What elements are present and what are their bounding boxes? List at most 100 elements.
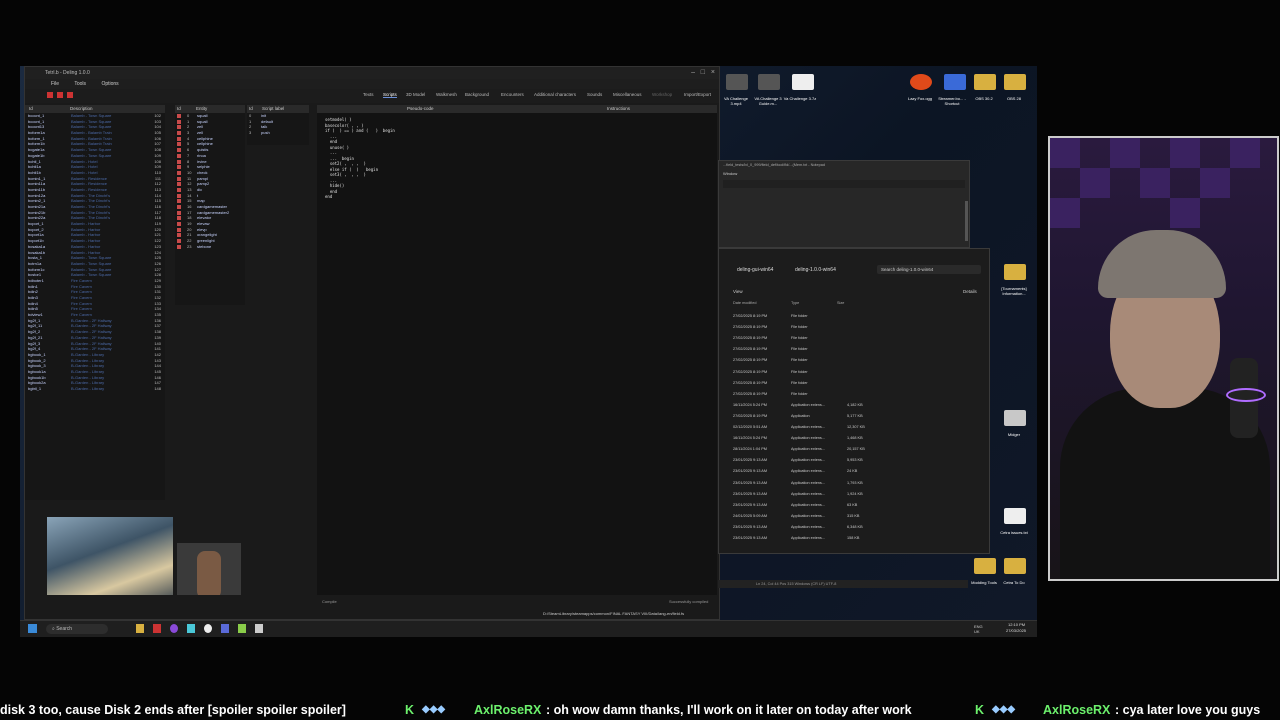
folder-icon[interactable] <box>974 74 996 90</box>
breadcrumb-item[interactable]: deling-gui-win64 <box>737 267 773 273</box>
file-row[interactable]: 02/12/2020 5:51 AM Application extens... 1… <box>733 422 973 433</box>
fox-icon[interactable] <box>910 74 932 90</box>
video-file-icon[interactable] <box>726 74 748 90</box>
obs-icon[interactable] <box>204 624 212 633</box>
file-icon[interactable] <box>758 74 780 90</box>
desktop-icon-label: Midger <box>1007 432 1021 437</box>
file-date: 23/01/2025 9:13 AM <box>733 502 767 507</box>
tab-import-export[interactable]: Import/Export <box>684 92 711 97</box>
gear-icon[interactable] <box>255 624 263 633</box>
address-bar[interactable]: deling-gui-win64 deling-1.0.0-win64 Sear… <box>719 265 989 275</box>
file-size: 315 KB <box>847 513 860 518</box>
taskbar: ⌕ Search ENG UK 12:10 PM 27/03/2025 <box>20 620 1037 637</box>
entity-row[interactable]: 23 stebone <box>175 244 245 250</box>
clock-time[interactable]: 12:10 PM <box>1008 622 1025 627</box>
file-row[interactable]: 23/01/2025 9:13 AM Application extens... 1… <box>733 478 973 489</box>
file-row[interactable]: 16/11/2024 5:24 PM Application extens... 1… <box>733 433 973 444</box>
entity-icon <box>177 114 181 118</box>
file-row[interactable]: 27/02/2025 8:19 PM File folder <box>733 367 973 378</box>
menu-options[interactable]: Options <box>101 81 118 87</box>
clock-date[interactable]: 27/03/2025 <box>1006 628 1026 633</box>
file-row[interactable]: 27/02/2025 8:19 PM File folder <box>733 389 973 400</box>
menu-tools[interactable]: Tools <box>74 81 86 87</box>
file-row[interactable]: 27/02/2025 8:19 PM File folder <box>733 311 973 322</box>
app-icon[interactable] <box>187 624 195 633</box>
entity-icon <box>177 193 181 198</box>
text-file-icon[interactable] <box>1004 508 1026 524</box>
app-icon[interactable] <box>1004 410 1026 426</box>
minimize-icon[interactable]: – <box>691 67 695 79</box>
script-row[interactable]: 3 push <box>247 130 309 136</box>
file-row[interactable]: 27/02/2025 8:19 PM File folder <box>733 344 973 355</box>
file-row[interactable]: 23/01/2025 9:13 AM Application extens... 6… <box>733 522 973 533</box>
app-icon[interactable] <box>238 624 246 633</box>
code-editor[interactable]: setmodel( ) basecolor( , , ) if ( ) == ) a… <box>317 113 717 204</box>
tab-miscellaneous[interactable]: Miscellaneous <box>613 92 642 97</box>
file-row[interactable]: 23/01/2025 9:13 AM Application extens... 1… <box>733 489 973 500</box>
file-date: 23/01/2025 9:13 AM <box>733 458 767 463</box>
file-row[interactable]: 27/02/2025 8:19 PM File folder <box>733 355 973 366</box>
tab-workshop[interactable]: Workshop <box>652 92 672 97</box>
field-list-rows[interactable]: bcocnt_1 Balamb - Town Square 102 bcocnt_1 B… <box>25 113 165 392</box>
search-input[interactable]: Search deling-1.0.0-win64 <box>877 265 981 274</box>
file-row[interactable]: 27/02/2025 8:19 PM File folder <box>733 333 973 344</box>
tab-encounters[interactable]: Encounters <box>501 92 524 97</box>
open-icon[interactable] <box>47 92 53 98</box>
tab-background[interactable]: Background <box>465 92 489 97</box>
tab-sounds[interactable]: Sounds <box>587 92 602 97</box>
save-icon[interactable] <box>57 92 63 98</box>
file-row[interactable]: 23/01/2025 9:13 AM Application extens... 5… <box>733 455 973 466</box>
taskbar-search[interactable]: ⌕ Search <box>46 624 108 634</box>
entity-icon <box>177 153 181 158</box>
language-indicator[interactable]: ENG UK <box>974 624 986 634</box>
pseudo-code-panel[interactable]: Pseudo-code Instructions setmodel( ) base… <box>317 105 717 605</box>
tab-additional-characters[interactable]: Additional characters <box>534 92 576 97</box>
tab-walkmesh[interactable]: Walkmesh <box>436 92 457 97</box>
search-icon[interactable] <box>67 92 73 98</box>
chat-username: AxlRoseRX <box>1043 703 1111 717</box>
file-row[interactable]: 23/01/2025 9:13 AM Application extens... 2… <box>733 466 973 477</box>
explorer-icon[interactable] <box>136 624 144 633</box>
file-row[interactable]: 27/02/2025 8:19 PM Application 5,177 KB <box>733 411 973 422</box>
view-button[interactable]: View <box>733 289 743 294</box>
entity-list-rows[interactable]: 0 squall 1 squall 2 zell 3 zell 4 cellphine 5 cellp… <box>175 113 245 250</box>
field-row[interactable]: bgbtl_1 B-Garden - Library 148 <box>25 386 165 392</box>
details-button[interactable]: Details <box>963 289 977 294</box>
breadcrumb-item[interactable]: deling-1.0.0-win64 <box>795 267 836 273</box>
file-row[interactable]: 27/02/2025 8:19 PM File folder <box>733 378 973 389</box>
script-list-rows[interactable]: 0 init 1 default 2 talk 3 push <box>247 113 309 136</box>
file-row[interactable]: 27/02/2025 8:19 PM File folder <box>733 322 973 333</box>
start-icon[interactable] <box>28 624 37 633</box>
file-row[interactable]: 16/11/2024 5:24 PM Application extens... 4… <box>733 400 973 411</box>
streamerbot-icon[interactable] <box>944 74 966 90</box>
compile-button[interactable]: Compile <box>322 599 337 604</box>
file-row[interactable]: 28/11/2024 1:04 PM Application extens... 2… <box>733 444 973 455</box>
file-row[interactable]: 24/01/2025 5:09 AM Application extens... 3… <box>733 511 973 522</box>
file-size: 63 KB <box>847 502 858 507</box>
file-size: 24 KB <box>847 469 858 474</box>
folder-icon[interactable] <box>1004 558 1026 574</box>
file-type: File folder <box>791 380 808 385</box>
scrollbar[interactable] <box>965 201 968 241</box>
col-size[interactable]: Size <box>837 301 844 305</box>
folder-icon[interactable] <box>1004 264 1026 280</box>
col-date[interactable]: Date modified <box>733 301 756 305</box>
maximize-icon[interactable]: □ <box>701 67 705 79</box>
file-row[interactable]: 23/01/2025 9:13 AM Application extens... 6… <box>733 500 973 511</box>
file-row[interactable]: 23/01/2025 9:13 AM Application extens... 1… <box>733 533 973 544</box>
folder-icon[interactable] <box>974 558 996 574</box>
notepad-window: ...field_tests/lvl_0_999/field_def/tool/… <box>718 160 970 248</box>
tab-scripts[interactable]: Scripts <box>383 92 397 98</box>
app-icon[interactable] <box>153 624 161 633</box>
menu-file[interactable]: File <box>25 81 59 87</box>
app-icon[interactable] <box>170 624 178 633</box>
file-date: 24/01/2025 5:09 AM <box>733 513 767 518</box>
archive-icon[interactable] <box>792 74 814 90</box>
col-type[interactable]: Type <box>791 301 799 305</box>
tab-texts[interactable]: Texts <box>363 92 374 97</box>
notepad-menu[interactable]: Window <box>719 169 969 178</box>
tab-3d-model[interactable]: 3D Model <box>406 92 425 97</box>
discord-icon[interactable] <box>221 624 229 633</box>
folder-icon[interactable] <box>1004 74 1026 90</box>
close-icon[interactable]: × <box>711 67 715 79</box>
